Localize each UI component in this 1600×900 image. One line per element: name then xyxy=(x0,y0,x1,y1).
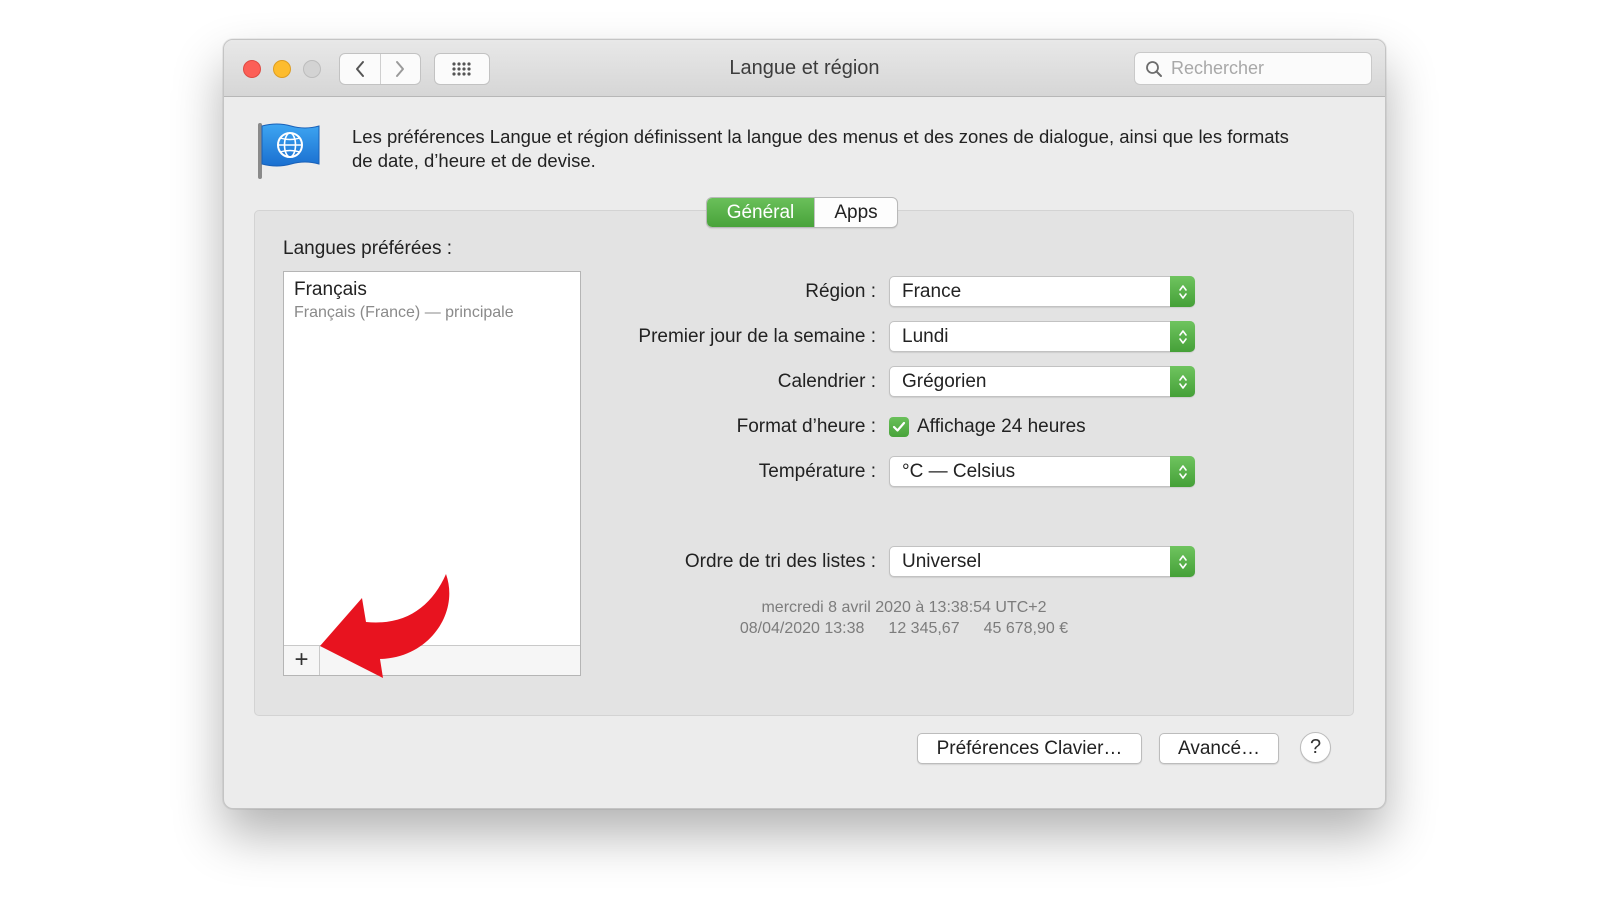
calendar-row: Calendrier : Grégorien xyxy=(574,366,1195,398)
intro-text: Les préférences Langue et région définis… xyxy=(352,126,1289,171)
show-all-button[interactable] xyxy=(434,53,490,85)
advanced-button[interactable]: Avancé… xyxy=(1159,733,1279,764)
checkmark-icon xyxy=(892,421,906,432)
language-name: Français xyxy=(294,279,367,300)
close-button[interactable] xyxy=(243,60,261,78)
sample-number: 12 345,67 xyxy=(888,620,960,637)
region-row: Région : France xyxy=(574,276,1195,308)
first-day-label: Premier jour de la semaine : xyxy=(638,326,876,347)
sort-order-popup[interactable]: Universel xyxy=(889,546,1195,577)
updown-chevron-icon xyxy=(1170,276,1195,307)
region-label: Région : xyxy=(805,281,876,302)
updown-chevron-icon xyxy=(1170,456,1195,487)
sort-order-label: Ordre de tri des listes : xyxy=(684,551,876,572)
temperature-row: Température : °C — Celsius xyxy=(574,456,1195,488)
time-format-label: Format d’heure : xyxy=(736,416,876,437)
calendar-value: Grégorien xyxy=(902,371,987,392)
checkbox-checked[interactable] xyxy=(889,417,909,437)
time-format-row: Format d’heure : Affichage 24 heures xyxy=(574,411,1194,443)
search-input[interactable] xyxy=(1169,56,1365,81)
navigation-group xyxy=(339,53,421,85)
sample-date-long: mercredi 8 avril 2020 à 13:38:54 UTC+2 xyxy=(761,599,1047,616)
chevron-left-icon xyxy=(355,61,364,77)
updown-chevron-icon xyxy=(1170,366,1195,397)
first-day-value: Lundi xyxy=(902,326,949,347)
sample-date-short: 08/04/2020 13:38 xyxy=(739,620,865,637)
region-value: France xyxy=(902,281,962,302)
add-language-button[interactable]: + xyxy=(284,646,320,675)
time-format-checkbox-label: Affichage 24 heures xyxy=(917,416,1086,437)
list-footer: + xyxy=(284,645,580,675)
tab-general[interactable]: Général xyxy=(707,198,814,227)
forward-button[interactable] xyxy=(379,54,421,84)
time-format-toggle[interactable]: Affichage 24 heures xyxy=(889,411,1086,443)
titlebar: Langue et région xyxy=(224,40,1385,97)
minimize-button[interactable] xyxy=(273,60,291,78)
preferred-languages-list[interactable]: Français Français (France) — principale … xyxy=(283,271,581,676)
tab-apps[interactable]: Apps xyxy=(814,198,897,227)
first-day-popup[interactable]: Lundi xyxy=(889,321,1195,352)
keyboard-preferences-button[interactable]: Préférences Clavier… xyxy=(917,733,1142,764)
calendar-popup[interactable]: Grégorien xyxy=(889,366,1195,397)
search-field[interactable] xyxy=(1134,52,1372,85)
calendar-label: Calendrier : xyxy=(777,371,876,392)
help-button[interactable]: ? xyxy=(1300,732,1331,763)
first-day-row: Premier jour de la semaine : Lundi xyxy=(574,321,1195,353)
back-button[interactable] xyxy=(340,54,380,84)
temperature-popup[interactable]: °C — Celsius xyxy=(889,456,1195,487)
temperature-label: Température : xyxy=(758,461,876,482)
zoom-button[interactable] xyxy=(303,60,321,78)
sort-order-value: Universel xyxy=(902,551,982,572)
sample-formats: 08/04/2020 13:38 12 345,67 45 678,90 € xyxy=(654,618,1154,639)
list-item[interactable]: Français Français (France) — principale xyxy=(294,278,514,324)
sort-order-row: Ordre de tri des listes : Universel xyxy=(574,546,1195,578)
updown-chevron-icon xyxy=(1170,321,1195,352)
tab-bar: Général Apps xyxy=(706,197,898,228)
chevron-right-icon xyxy=(396,61,405,77)
magnifier-icon xyxy=(1146,61,1162,77)
updown-chevron-icon xyxy=(1170,546,1195,577)
sample-currency: 45 678,90 € xyxy=(983,620,1069,637)
temperature-value: °C — Celsius xyxy=(902,461,1016,482)
region-popup[interactable]: France xyxy=(889,276,1195,307)
grid-icon xyxy=(452,62,471,76)
globe-flag-icon xyxy=(258,123,320,179)
preferred-languages-label: Langues préférées : xyxy=(283,238,453,259)
language-detail: Français (France) — principale xyxy=(294,304,514,321)
preferences-window: Langue et région Les préférences Langue … xyxy=(223,39,1386,809)
